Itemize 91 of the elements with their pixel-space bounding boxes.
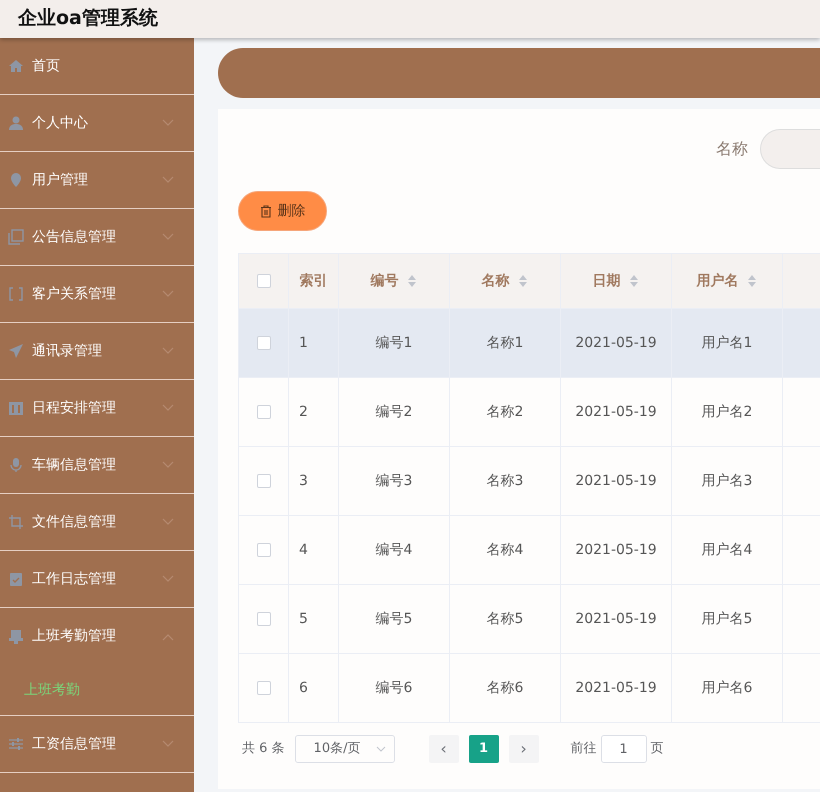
app-title: 企业oa管理系统 [18,6,158,28]
sidebar-item[interactable]: 客户关系管理 [0,266,194,323]
column-header[interactable]: 日期 [592,272,621,288]
table-row[interactable]: 4 编号4 名称4 2021-05-19 用户名4 [238,516,820,584]
table-row[interactable]: 5 编号5 名称5 2021-05-19 用户名5 [238,584,820,654]
table-cell: 4 [299,542,308,558]
column-header[interactable]: 用户名 [696,272,739,288]
table-row[interactable]: 1 编号1 名称1 2021-05-19 用户名1 [238,308,820,378]
table-cell: 1 [299,334,308,350]
sidebar-item[interactable]: 工资信息管理 [0,716,194,773]
sidebar-item[interactable]: 日程安排管理 [0,380,194,437]
table-cell: 编号2 [376,404,412,420]
table-cell: 6 [299,680,308,696]
checkbox[interactable] [256,404,270,419]
submenu-item[interactable]: 上班考勤 [0,665,194,715]
table-cell: 编号1 [376,334,412,350]
table-cell: 用户名1 [702,334,752,350]
table-cell: 用户名3 [702,472,752,488]
checkbox[interactable] [256,336,270,350]
delete-button[interactable]: 删除 [238,191,327,231]
send-icon [8,343,24,359]
table-cell: 2021-05-19 [575,334,657,350]
sidebar-item[interactable]: 通讯录管理 [0,323,194,380]
total-count: 共 6 条 [242,740,285,758]
table-row[interactable]: 2 编号2 名称2 2021-05-19 用户名2 [238,378,820,446]
column-header[interactable]: 编号 [370,272,399,288]
table-cell: 2021-05-19 [575,542,657,558]
checkbox[interactable] [256,680,270,695]
checkbox[interactable] [256,542,270,557]
checkbox[interactable] [256,274,270,288]
bracket-icon [8,286,24,302]
column-header[interactable]: 名称 [482,272,510,288]
sidebar-item[interactable]: 工作日志管理 [0,551,194,608]
table-cell: 2021-05-19 [575,404,657,420]
table-cell: 名称5 [486,610,524,626]
clipboard-icon [8,571,24,587]
table-row[interactable]: 6 编号6 名称6 2021-05-19 用户名6 [238,654,820,722]
table-cell: 名称2 [486,404,524,420]
table-cell: 编号3 [376,472,412,488]
sort-icon[interactable] [518,274,528,288]
calendar-icon [8,400,24,416]
caret-icon [376,746,386,752]
sidebar-item[interactable]: 上班考勤管理 [0,608,194,665]
table-cell: 编号5 [376,610,412,626]
sidebar-item[interactable]: 公告信息管理 [0,209,194,266]
table-cell: 用户名2 [702,404,752,420]
table-cell: 2 [299,404,308,420]
table-cell: 名称4 [486,542,524,558]
sidebar-item[interactable]: 首页 [0,38,194,95]
checkbox[interactable] [256,612,270,626]
search-label: 名称 [716,138,748,160]
trash-icon [260,204,272,218]
table-cell: 2021-05-19 [575,610,657,626]
table-row[interactable]: 3 编号3 名称3 2021-05-19 用户名3 [238,446,820,516]
table-cell: 编号6 [376,680,412,696]
checkbox[interactable] [256,474,270,488]
page-number-field[interactable]: 1 [600,735,647,763]
table-cell: 用户名6 [702,680,752,696]
home-icon [8,58,24,74]
sort-icon[interactable] [629,274,640,288]
previous-page-button[interactable]: ‹ [428,735,459,763]
copy-icon [8,229,24,245]
stamp-icon [8,628,24,644]
sidebar-item[interactable]: 用户管理 [0,152,194,209]
page-suffix: 页 [650,740,664,758]
table-cell: 5 [299,610,308,626]
next-page-button[interactable]: › [508,735,539,763]
sidebar-item[interactable]: 文件信息管理 [0,494,194,551]
sidebar-item[interactable]: 车辆信息管理 [0,437,194,494]
crop-icon [8,514,24,530]
table-cell: 编号4 [376,542,412,558]
search-field[interactable] [760,129,820,169]
sliders-icon [8,736,24,752]
pin-icon [8,172,24,188]
sort-icon[interactable] [407,274,418,288]
sort-icon[interactable] [747,274,758,288]
table-cell: 名称1 [486,334,524,350]
table-cell: 名称3 [486,472,524,488]
microphone-icon [8,457,24,473]
table-cell: 2021-05-19 [575,680,657,696]
table-cell: 用户名4 [702,542,752,558]
user-icon [8,115,24,131]
table-cell: 名称6 [486,680,524,696]
page-button[interactable]: 1 [468,735,499,763]
page-size-select[interactable]: 10条/页 [294,735,395,763]
column-header[interactable]: 索引 [300,272,328,288]
sidebar-item[interactable]: 个人中心 [0,95,194,152]
table-cell: 2021-05-19 [575,472,657,488]
goto-label: 前往 [570,740,597,758]
table-cell: 用户名5 [702,610,752,626]
table-cell: 3 [299,472,308,488]
